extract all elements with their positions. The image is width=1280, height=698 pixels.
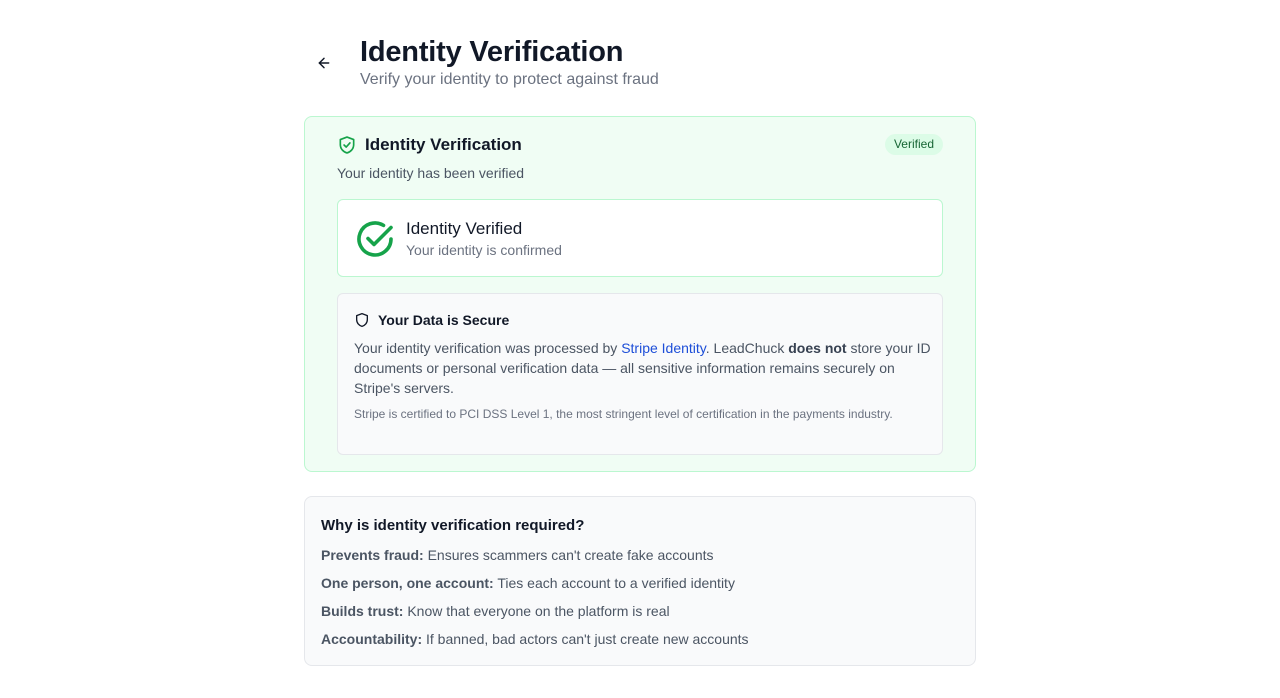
check-circle-icon [357,221,393,257]
verification-card-title: Identity Verification [365,135,522,154]
reason-text: Know that everyone on the platform is re… [403,603,670,619]
list-item: Accountability: If banned, bad actors ca… [321,629,941,657]
page-title: Identity Verification [360,36,624,68]
list-item: Builds trust: Know that everyone on the … [321,601,941,629]
secure-text-start: Your identity verification was processed… [354,340,622,356]
verification-card-header: Identity Verification Verified [337,134,943,156]
verification-card: Identity Verification Verified Your iden… [304,116,976,472]
verification-card-description: Your identity has been verified [337,165,525,181]
reason-label: Prevents fraud: [321,547,424,563]
secure-text-middle: . LeadChuck [705,340,789,356]
shield-check-icon [339,136,355,154]
reason-text: Ties each account to a verified identity [493,575,735,591]
list-item: Prevents fraud: Ensures scammers can't c… [321,545,941,573]
verified-status-badge: Verified [884,134,943,155]
list-item: One person, one account: Ties each accou… [321,573,941,601]
reason-label: Accountability: [321,631,423,647]
reasons-list: Prevents fraud: Ensures scammers can't c… [321,545,941,657]
reason-label: One person, one account: [321,575,494,591]
secure-title: Your Data is Secure [378,312,510,328]
back-button[interactable] [314,53,334,73]
reason-label: Builds trust: [321,603,404,619]
status-subtitle: Your identity is confirmed [406,242,562,258]
reason-text: If banned, bad actors can't just create … [422,631,749,647]
secure-text-emphasis: does not [788,340,847,356]
stripe-identity-link[interactable]: Stripe Identity [621,340,706,356]
arrow-left-icon [318,57,330,69]
reason-text: Ensures scammers can't create fake accou… [423,547,714,563]
pci-note: Stripe is certified to PCI DSS Level 1, … [354,407,893,421]
why-verification-title: Why is identity verification required? [321,517,585,534]
shield-icon [356,313,368,327]
status-title: Identity Verified [406,219,523,238]
data-secure-box: Your Data is Secure Your identity verifi… [337,293,943,455]
verification-status-box: Identity Verified Your identity is confi… [337,199,943,277]
page-header: Identity Verification Verify your identi… [304,34,976,94]
why-verification-card: Why is identity verification required? P… [304,496,976,666]
secure-description: Your identity verification was processed… [354,338,934,398]
page-subtitle: Verify your identity to protect against … [360,71,659,88]
